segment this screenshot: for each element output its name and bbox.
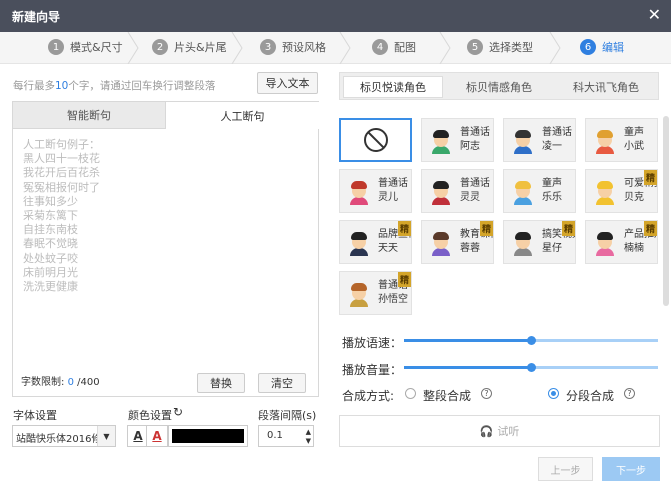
spin-down-icon[interactable]: ▼ xyxy=(306,437,311,445)
text-line: 我花开后百花杀 xyxy=(23,166,100,180)
voice-avatar-icon xyxy=(348,280,370,307)
no-voice-icon xyxy=(363,128,388,152)
speed-slider[interactable] xyxy=(404,336,658,345)
voice-avatar-icon xyxy=(348,229,370,256)
voice-name: 普通话 凌一 xyxy=(542,127,572,152)
volume-slider-handle[interactable] xyxy=(527,363,536,372)
voice-name: 普通话 阿志 xyxy=(460,127,490,152)
tab-biaobei-reading[interactable]: 标贝悦读角色 xyxy=(343,76,443,98)
voice-card-5[interactable]: 普通话 灵灵 xyxy=(421,169,494,213)
text-line: 人工断句例子： xyxy=(23,138,100,151)
premium-badge: 精 xyxy=(644,221,657,236)
premium-badge: 精 xyxy=(562,221,575,236)
text-line: 床前明月光 xyxy=(23,265,78,279)
voice-card-1[interactable]: 普通话 阿志 xyxy=(421,118,494,162)
voice-avatar-icon xyxy=(430,127,452,154)
help-icon[interactable]: ? xyxy=(624,388,635,399)
preview-button[interactable]: 🎧 试听 xyxy=(339,415,660,447)
voice-avatar-icon xyxy=(594,178,616,205)
voice-card-6[interactable]: 童声 乐乐 xyxy=(503,169,576,213)
text-line: 自挂东南枝 xyxy=(23,223,78,237)
voice-card-11[interactable]: 产品推广楠楠精 xyxy=(585,220,658,264)
tab-smart-break[interactable]: 智能断句 xyxy=(13,102,166,129)
text-line: 春眠不觉晓 xyxy=(23,237,78,251)
voice-avatar-icon xyxy=(594,229,616,256)
replace-button[interactable]: 替换 xyxy=(197,373,245,393)
word-limit: 字数限制: 0 /400 xyxy=(21,377,100,388)
chevron-down-icon[interactable]: ▼ xyxy=(97,426,115,446)
voice-source-tabs: 标贝悦读角色 标贝情感角色 科大讯飞角色 xyxy=(339,72,659,100)
tab-biaobei-emotion[interactable]: 标贝情感角色 xyxy=(449,76,549,98)
synth-segment-radio[interactable] xyxy=(548,388,559,399)
voice-avatar-icon xyxy=(512,178,534,205)
volume-slider[interactable] xyxy=(404,363,658,372)
voice-card-3[interactable]: 童声 小武 xyxy=(585,118,658,162)
text-editor: 智能断句 人工断句 人工断句例子： 黑人四十一枝花 我花开后百花杀 冤冤相报何时了 往事… xyxy=(12,101,319,397)
speed-label: 播放语速： xyxy=(342,336,403,350)
voice-card-12[interactable]: 普通话 孙悟空精 xyxy=(339,271,412,315)
voice-name: 普通话 灵儿 xyxy=(378,178,408,203)
premium-badge: 精 xyxy=(480,221,493,236)
font-select[interactable]: 站酷快乐体2016修订版 ▼ xyxy=(12,425,116,447)
window-title: 新建向导 xyxy=(12,10,61,24)
import-text-button[interactable]: 导入文本 xyxy=(257,72,318,94)
voice-name: 童声 小武 xyxy=(624,127,644,152)
voice-card-10[interactable]: 搞笑视频星仔精 xyxy=(503,220,576,264)
spin-up-icon[interactable]: ▲ xyxy=(306,428,311,436)
voice-card-none[interactable] xyxy=(339,118,412,162)
voice-name: 普通话 灵灵 xyxy=(460,178,490,203)
synth-whole-label: 整段合成 xyxy=(423,389,472,403)
title-bar: 新建向导 ✕ xyxy=(0,0,671,32)
color-swatch[interactable] xyxy=(168,425,248,447)
close-icon[interactable]: ✕ xyxy=(648,5,661,24)
synth-whole-radio[interactable] xyxy=(405,388,416,399)
voice-card-9[interactable]: 教育课件蓉蓉精 xyxy=(421,220,494,264)
help-icon[interactable]: ? xyxy=(481,388,492,399)
previous-step-button[interactable]: 上一步 xyxy=(538,457,593,481)
spacing-stepper[interactable]: 0.1 ▲ ▼ xyxy=(258,425,314,447)
text-line: 处处蚊子咬 xyxy=(23,251,78,265)
spacing-value: 0.1 xyxy=(267,430,283,441)
step-separators xyxy=(127,32,561,64)
spacing-label: 段落间隔(s) xyxy=(258,409,317,422)
next-step-button[interactable]: 下一步 xyxy=(602,457,660,481)
voice-avatar-icon xyxy=(512,229,534,256)
premium-badge: 精 xyxy=(644,170,657,185)
tab-iflytek[interactable]: 科大讯飞角色 xyxy=(556,76,656,98)
text-line: 黑人四十一枝花 xyxy=(23,152,100,166)
font-label: 字体设置 xyxy=(13,409,57,422)
voice-avatar-icon xyxy=(430,178,452,205)
voice-card-4[interactable]: 普通话 灵儿 xyxy=(339,169,412,213)
voice-card-7[interactable]: 可爱精灵贝克精 xyxy=(585,169,658,213)
volume-label: 播放音量： xyxy=(342,363,403,377)
voice-avatar-icon xyxy=(348,178,370,205)
voice-card-8[interactable]: 品牌宣传天天精 xyxy=(339,220,412,264)
preview-label: 试听 xyxy=(497,425,520,438)
synth-segment-label: 分段合成 xyxy=(566,389,615,403)
refresh-icon[interactable]: ↻ xyxy=(173,405,183,419)
synth-label: 合成方式: xyxy=(342,389,395,403)
premium-badge: 精 xyxy=(398,272,411,287)
text-line: 洗洗更健康 xyxy=(23,280,78,294)
headphones-icon: 🎧 xyxy=(479,424,494,438)
tab-manual-break[interactable]: 人工断句 xyxy=(166,102,319,129)
voice-avatar-icon xyxy=(594,127,616,154)
line-limit-hint: 每行最多10个字，请通过回车换行调整段落 xyxy=(13,80,216,92)
voice-avatar-icon xyxy=(512,127,534,154)
voice-avatar-icon xyxy=(430,229,452,256)
wizard-steps: 1 模式&尺寸 2 片头&片尾 3 预设风格 4 配图 5 选择类型 6 编辑 xyxy=(0,32,671,64)
text-area[interactable]: 人工断句例子： 黑人四十一枝花 我花开后百花杀 冤冤相报何时了 往事知多少 采菊东篱下 自挂… xyxy=(23,138,100,294)
stroke-color-button[interactable]: A xyxy=(146,425,168,447)
voice-card-2[interactable]: 普通话 凌一 xyxy=(503,118,576,162)
voice-name: 童声 乐乐 xyxy=(542,178,562,203)
speed-slider-handle[interactable] xyxy=(527,336,536,345)
text-line: 采菊东篱下 xyxy=(23,209,78,223)
text-line: 冤冤相报何时了 xyxy=(23,180,100,194)
premium-badge: 精 xyxy=(398,221,411,236)
color-label: 颜色设置 xyxy=(128,409,172,422)
text-line: 往事知多少 xyxy=(23,194,78,208)
clear-button[interactable]: 清空 xyxy=(258,373,306,393)
voice-scrollbar[interactable] xyxy=(663,116,669,306)
